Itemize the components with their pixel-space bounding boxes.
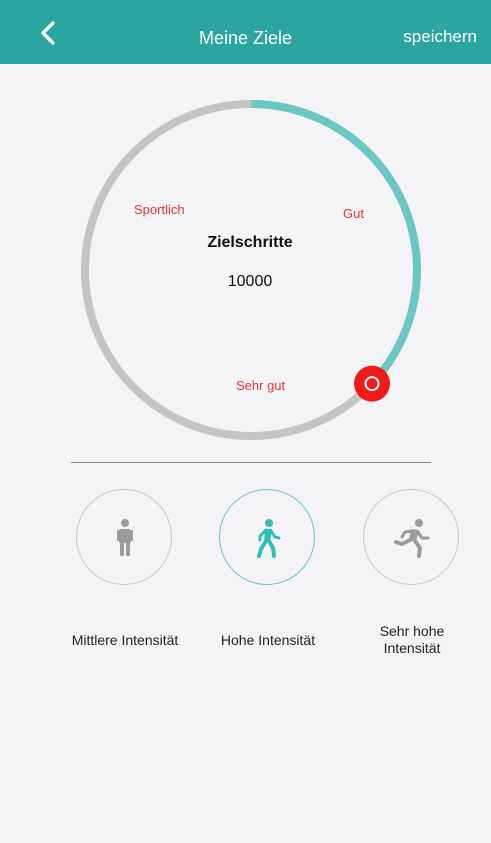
goal-value: 10000 (227, 273, 273, 290)
intensity-option-high[interactable] (219, 489, 315, 585)
intensity-option-medium[interactable] (76, 489, 172, 585)
intensity-option-very-high[interactable] (363, 489, 459, 585)
navigation-bar: Meine Ziele speichern (0, 0, 491, 64)
standing-person-icon (117, 519, 133, 556)
level-label-sportlich: Sportlich (134, 202, 185, 217)
walking-person-icon (257, 519, 281, 558)
intensity-label-very-high[interactable]: Sehr hohe Intensität (350, 623, 474, 657)
save-button[interactable]: speichern (403, 27, 477, 47)
level-label-sehr-gut: Sehr gut (236, 378, 286, 393)
level-label-gut: Gut (343, 206, 364, 221)
goal-title: Zielschritte (207, 234, 293, 251)
intensity-label-very-high-line2: Intensität (383, 640, 441, 656)
step-goal-dial[interactable]: Sportlich Gut Sehr gut Zielschritte 1000… (0, 64, 491, 454)
intensity-label-medium[interactable]: Mittlere Intensität (52, 632, 198, 649)
running-person-icon (394, 519, 430, 558)
dial-handle[interactable] (354, 365, 391, 402)
divider (71, 462, 431, 463)
intensity-label-high[interactable]: Hohe Intensität (201, 632, 335, 649)
intensity-label-very-high-line1: Sehr hohe (379, 623, 445, 639)
dial-ring (81, 100, 421, 440)
